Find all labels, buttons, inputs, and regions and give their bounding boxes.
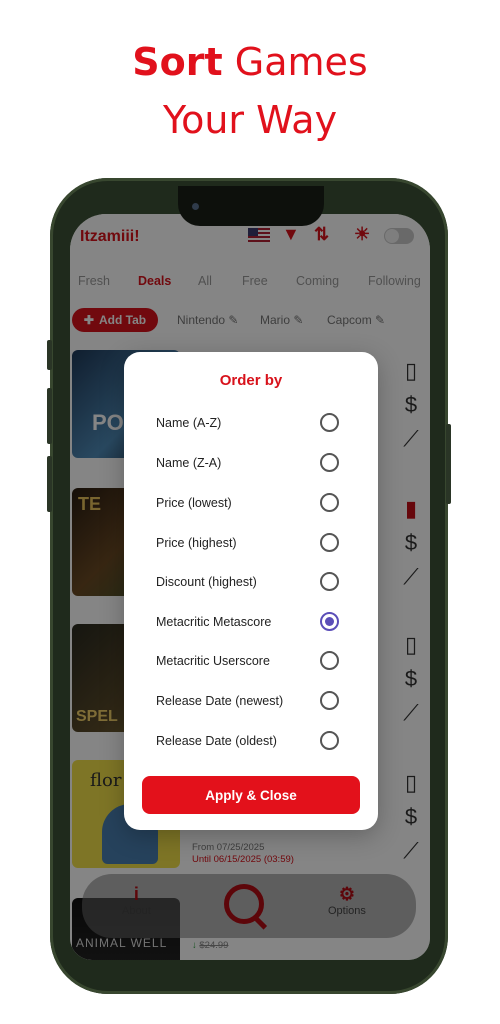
radio-button[interactable] xyxy=(320,731,339,750)
sort-option-label: Release Date (newest) xyxy=(156,694,284,708)
headline-line-2: Your Way xyxy=(162,98,338,142)
phone-side-button xyxy=(47,340,52,370)
radio-button[interactable] xyxy=(320,453,339,472)
radio-button[interactable] xyxy=(320,572,339,591)
sort-option-label: Metacritic Metascore xyxy=(156,615,272,629)
order-by-dialog: Order by Name (A-Z) Name (Z-A) Price (lo… xyxy=(124,352,378,830)
sort-option-metascore[interactable]: Metacritic Metascore xyxy=(156,611,362,635)
camera-dot xyxy=(192,203,199,210)
apply-close-button[interactable]: Apply & Close xyxy=(142,776,360,814)
sort-option-discount-highest[interactable]: Discount (highest) xyxy=(156,571,362,595)
sort-option-userscore[interactable]: Metacritic Userscore xyxy=(156,650,362,674)
sort-option-price-lowest[interactable]: Price (lowest) xyxy=(156,492,362,516)
dialog-title: Order by xyxy=(219,372,283,389)
sort-option-release-newest[interactable]: Release Date (newest) xyxy=(156,690,362,714)
sort-option-label: Metacritic Userscore xyxy=(156,654,270,668)
sort-option-label: Price (lowest) xyxy=(156,496,232,510)
radio-button[interactable] xyxy=(320,651,339,670)
radio-button-selected[interactable] xyxy=(320,612,339,631)
phone-side-button xyxy=(47,388,52,444)
phone-side-button xyxy=(446,424,451,504)
radio-button[interactable] xyxy=(320,493,339,512)
headline-line-1: Sort Games xyxy=(0,36,500,88)
headline-rest: Games xyxy=(222,40,368,84)
sort-option-name-desc[interactable]: Name (Z-A) xyxy=(156,452,362,476)
sort-option-label: Price (highest) xyxy=(156,536,237,550)
sort-option-name-asc[interactable]: Name (A-Z) xyxy=(156,412,362,436)
sort-option-label: Discount (highest) xyxy=(156,575,257,589)
sort-option-release-oldest[interactable]: Release Date (oldest) xyxy=(156,730,362,754)
sort-option-label: Name (A-Z) xyxy=(156,416,222,430)
headline-bold: Sort xyxy=(132,40,223,84)
phone-notch xyxy=(178,186,324,226)
sort-option-price-highest[interactable]: Price (highest) xyxy=(156,532,362,556)
radio-button[interactable] xyxy=(320,691,339,710)
phone-side-button xyxy=(47,456,52,512)
sort-option-label: Release Date (oldest) xyxy=(156,734,277,748)
app-screen: Itzamiii! ▼ ⇅ ☀ Fresh Deals All Free Com… xyxy=(70,214,430,960)
radio-button[interactable] xyxy=(320,533,339,552)
radio-button[interactable] xyxy=(320,413,339,432)
sort-option-label: Name (Z-A) xyxy=(156,456,222,470)
